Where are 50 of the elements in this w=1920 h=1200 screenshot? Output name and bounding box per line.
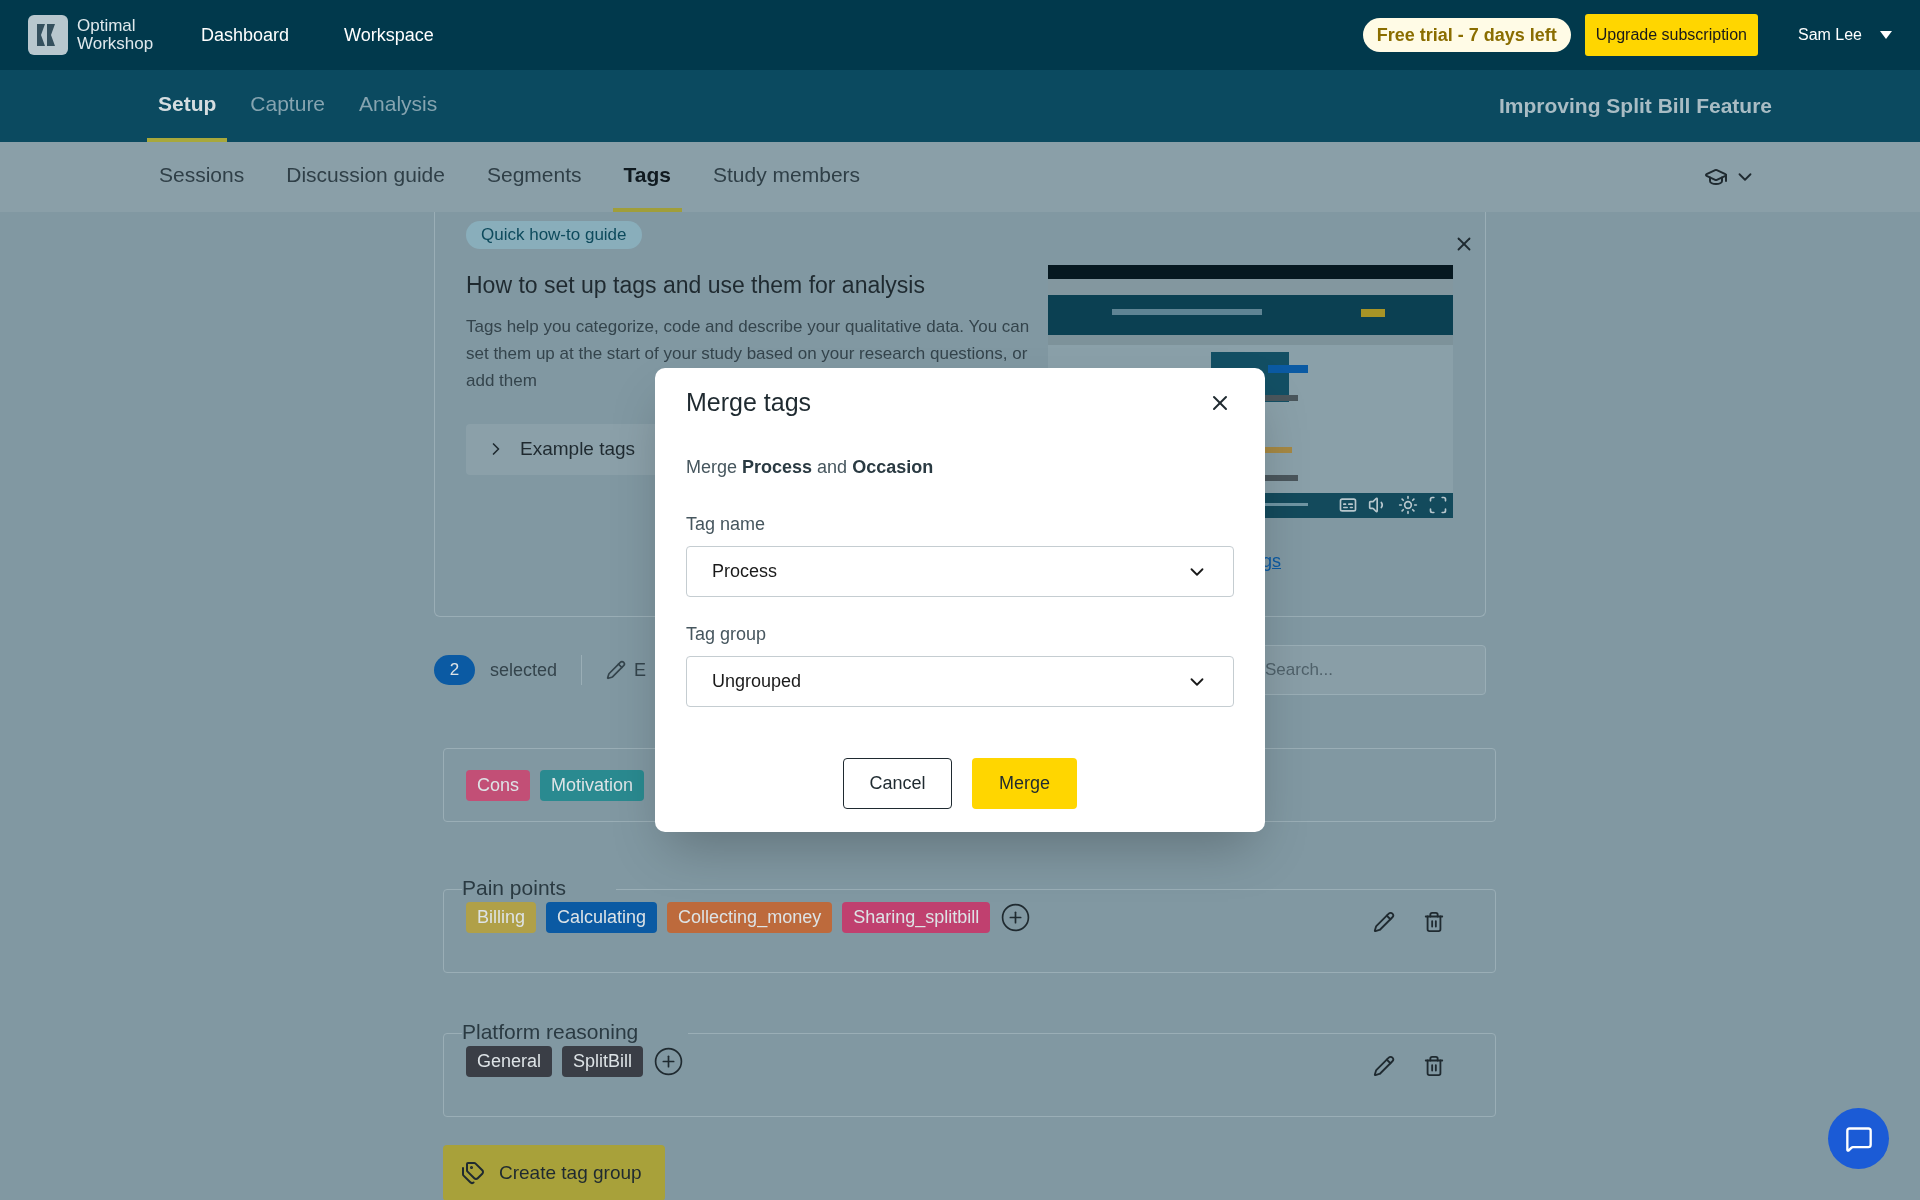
field-label: Tag group	[686, 623, 768, 646]
chat-button[interactable]	[1828, 1108, 1889, 1169]
sub-tab[interactable]: Sessions	[148, 142, 256, 212]
tag-chip[interactable]: Sharing_splitbill	[842, 902, 991, 933]
add-tag-button[interactable]	[653, 1046, 685, 1077]
trash-icon[interactable]	[1423, 1054, 1445, 1077]
edit-icon[interactable]	[1373, 1054, 1395, 1077]
edit-button[interactable]: E	[606, 656, 647, 684]
tag-chip[interactable]: SplitBill	[562, 1046, 644, 1077]
nav-link[interactable]: Dashboard	[201, 21, 290, 49]
fullscreen-icon[interactable]	[1428, 495, 1448, 515]
sub-tab[interactable]: Segments	[476, 142, 593, 212]
group-title: Pain points	[462, 876, 566, 899]
user-menu[interactable]: Sam Lee	[1797, 23, 1892, 47]
study-title: Improving Split Bill Feature	[1498, 93, 1772, 120]
field-label: Tag name	[686, 513, 767, 536]
tags-icon	[461, 1161, 485, 1185]
sub-tab[interactable]: Tags	[612, 142, 682, 212]
create-tag-group-button[interactable]: Create tag group	[443, 1145, 665, 1200]
caret-icon	[1880, 31, 1892, 39]
edit-icon[interactable]	[1373, 910, 1395, 933]
sub-tab[interactable]: Discussion guide	[275, 142, 456, 212]
sub-tab[interactable]: Study members	[702, 142, 872, 212]
cancel-button[interactable]: Cancel	[843, 758, 952, 809]
select-field[interactable]: Process	[686, 546, 1234, 597]
captions-icon[interactable]	[1338, 495, 1358, 515]
settings-icon[interactable]	[1398, 495, 1418, 515]
add-tag-button[interactable]	[1000, 902, 1032, 933]
group-title: Platform reasoning	[462, 1020, 639, 1043]
trial-badge: Free trial - 7 days left	[1362, 18, 1571, 52]
logo-icon	[28, 15, 68, 55]
nav-link[interactable]: Workspace	[344, 21, 434, 49]
trash-icon[interactable]	[1423, 910, 1445, 933]
tag-chip[interactable]: Cons	[466, 769, 531, 801]
logo-text: Optimal Workshop	[77, 17, 155, 53]
chat-icon	[1844, 1124, 1873, 1153]
guide-heading: How to set up tags and use them for analysis	[466, 271, 926, 300]
guide-badge: Quick how-to guide	[466, 221, 642, 249]
tag-chip[interactable]: Collecting_money	[667, 902, 833, 933]
pencil-icon	[606, 660, 627, 680]
select-field[interactable]: Ungrouped	[686, 656, 1234, 707]
study-tab[interactable]: Capture	[239, 70, 337, 142]
upgrade-button[interactable]: Upgrade subscription	[1584, 14, 1758, 56]
tag-chip[interactable]: Calculating	[546, 902, 658, 933]
study-tab[interactable]: Analysis	[348, 70, 449, 142]
merge-button[interactable]: Merge	[972, 758, 1077, 809]
selected-label: selected	[490, 658, 558, 682]
tag-chip[interactable]: General	[466, 1046, 553, 1077]
tag-chip[interactable]: Motivation	[540, 769, 645, 801]
selected-count-badge: 2	[434, 655, 475, 685]
